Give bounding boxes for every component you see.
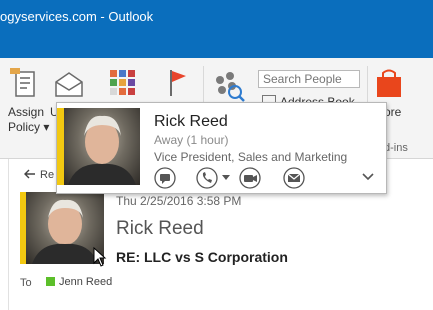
search-people-input[interactable] (258, 70, 360, 88)
message-sender[interactable]: Rick Reed (116, 218, 204, 240)
store-icon (377, 69, 401, 97)
addins-group-label: d-ins (384, 142, 408, 154)
contact-photo-image (68, 115, 136, 185)
reply-label: Re (40, 169, 55, 181)
assign-policy-button[interactable]: Assign Policy ▾ (2, 68, 50, 148)
assign-policy-label: Assign Policy ▾ (8, 105, 50, 134)
pane-divider (8, 159, 9, 310)
video-icon (239, 167, 261, 189)
chat-icon (154, 167, 176, 189)
categorize-icon (110, 70, 135, 95)
call-button[interactable] (196, 167, 218, 189)
availability-bar (57, 108, 64, 185)
people-search-icon (216, 72, 245, 102)
categorize-button[interactable] (110, 70, 136, 100)
presence-indicator (46, 277, 55, 286)
mouse-cursor-icon (93, 247, 107, 267)
window-title: ogyservices.com - Outlook (0, 9, 154, 24)
recipient-name: Jenn Reed (59, 276, 113, 288)
expand-card-icon[interactable] (361, 171, 375, 183)
contact-card: Rick Reed Away (1 hour) Vice President, … (56, 102, 387, 194)
envelope-icon (55, 72, 83, 97)
assign-policy-icon (10, 68, 35, 97)
mail-icon (283, 167, 305, 189)
phone-icon (196, 167, 218, 189)
chevron-down-icon[interactable] (222, 175, 230, 181)
contact-name: Rick Reed (154, 113, 228, 130)
follow-up-button[interactable] (166, 68, 190, 100)
reply-button[interactable]: Re (24, 169, 54, 181)
email-button[interactable] (283, 167, 305, 189)
to-recipient[interactable]: Jenn Reed (46, 276, 112, 288)
message-subject: RE: LLC vs S Corporation (116, 249, 288, 265)
im-button[interactable] (154, 167, 176, 189)
to-label: To (20, 277, 32, 289)
message-date: Thu 2/25/2016 3:58 PM (116, 194, 242, 208)
title-bar: ogyservices.com - Outlook (0, 0, 433, 58)
find-people-button[interactable] (212, 70, 246, 104)
video-call-button[interactable] (239, 167, 261, 189)
contact-photo[interactable] (64, 108, 140, 185)
reply-icon (24, 169, 35, 179)
flag-icon (170, 70, 186, 96)
contact-job-title: Vice President, Sales and Marketing (154, 150, 348, 164)
contact-status: Away (1 hour) (154, 133, 229, 147)
